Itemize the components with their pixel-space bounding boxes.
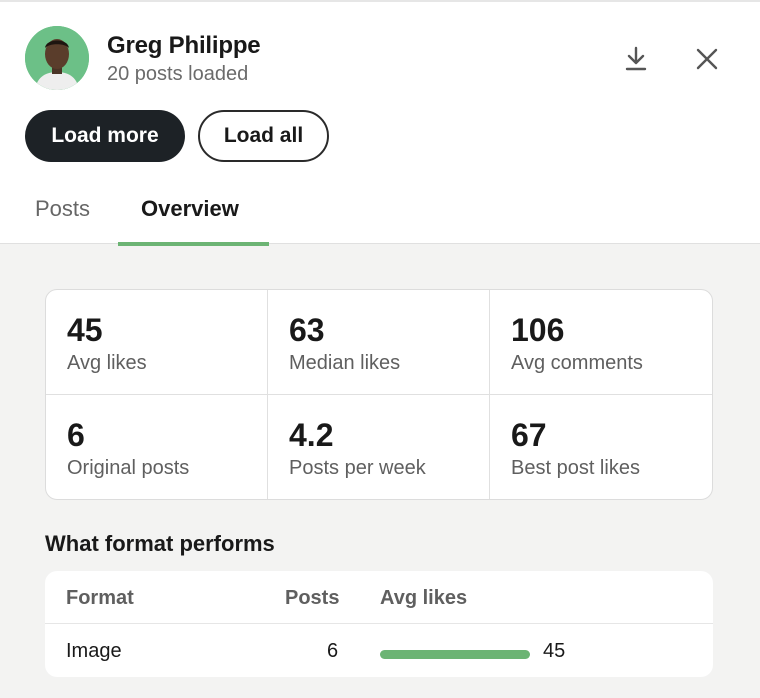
load-more-button[interactable]: Load more [25,110,185,162]
avg-likes-bar-fill [380,650,530,659]
format-post-count: 6 [327,640,339,662]
stat-value: 4.2 [289,417,334,453]
format-avg-likes: 45 [543,640,566,662]
avg-likes-bar [380,650,530,659]
stat-avg-likes: 45 Avg likes [46,290,268,395]
format-section-title: What format performs [45,531,275,556]
stat-value: 63 [289,312,325,348]
close-icon [696,48,718,70]
stat-posts-per-week: 4.2 Posts per week [268,395,490,499]
user-name: Greg Philippe [107,32,261,59]
stat-label: Original posts [67,457,190,479]
column-header-avg-likes: Avg likes [380,587,468,609]
posts-loaded-count: 20 posts loaded [107,63,249,85]
profile-header: Greg Philippe 20 posts loaded Load more … [0,0,760,246]
stat-original-posts: 6 Original posts [46,395,268,499]
stat-avg-comments: 106 Avg comments [490,290,712,395]
stat-value: 67 [511,417,547,453]
active-tab-indicator [118,242,269,246]
stat-label: Posts per week [289,457,426,479]
stat-value: 45 [67,312,103,348]
stat-value: 106 [511,312,565,348]
table-row: Image 6 45 [45,625,713,677]
column-header-format: Format [66,587,134,609]
stat-label: Best post likes [511,457,640,479]
load-all-button[interactable]: Load all [198,110,329,162]
format-table: Format Posts Avg likes Image 6 45 [45,571,713,677]
tab-overview[interactable]: Overview [141,196,239,222]
stats-grid: 45 Avg likes 63 Median likes 106 Avg com… [45,289,713,500]
stat-label: Avg likes [67,352,147,374]
stat-best-post-likes: 67 Best post likes [490,395,712,499]
download-button[interactable] [616,39,656,79]
close-button[interactable] [687,39,727,79]
stat-label: Median likes [289,352,401,374]
format-name: Image [66,640,122,662]
stat-value: 6 [67,417,85,453]
avatar-photo [25,26,89,90]
tab-posts[interactable]: Posts [35,196,90,222]
download-icon [625,46,647,71]
stat-median-likes: 63 Median likes [268,290,490,395]
table-header-row: Format Posts Avg likes [45,571,713,624]
column-header-posts: Posts [285,587,340,609]
stat-label: Avg comments [511,352,643,374]
avatar [25,26,89,90]
